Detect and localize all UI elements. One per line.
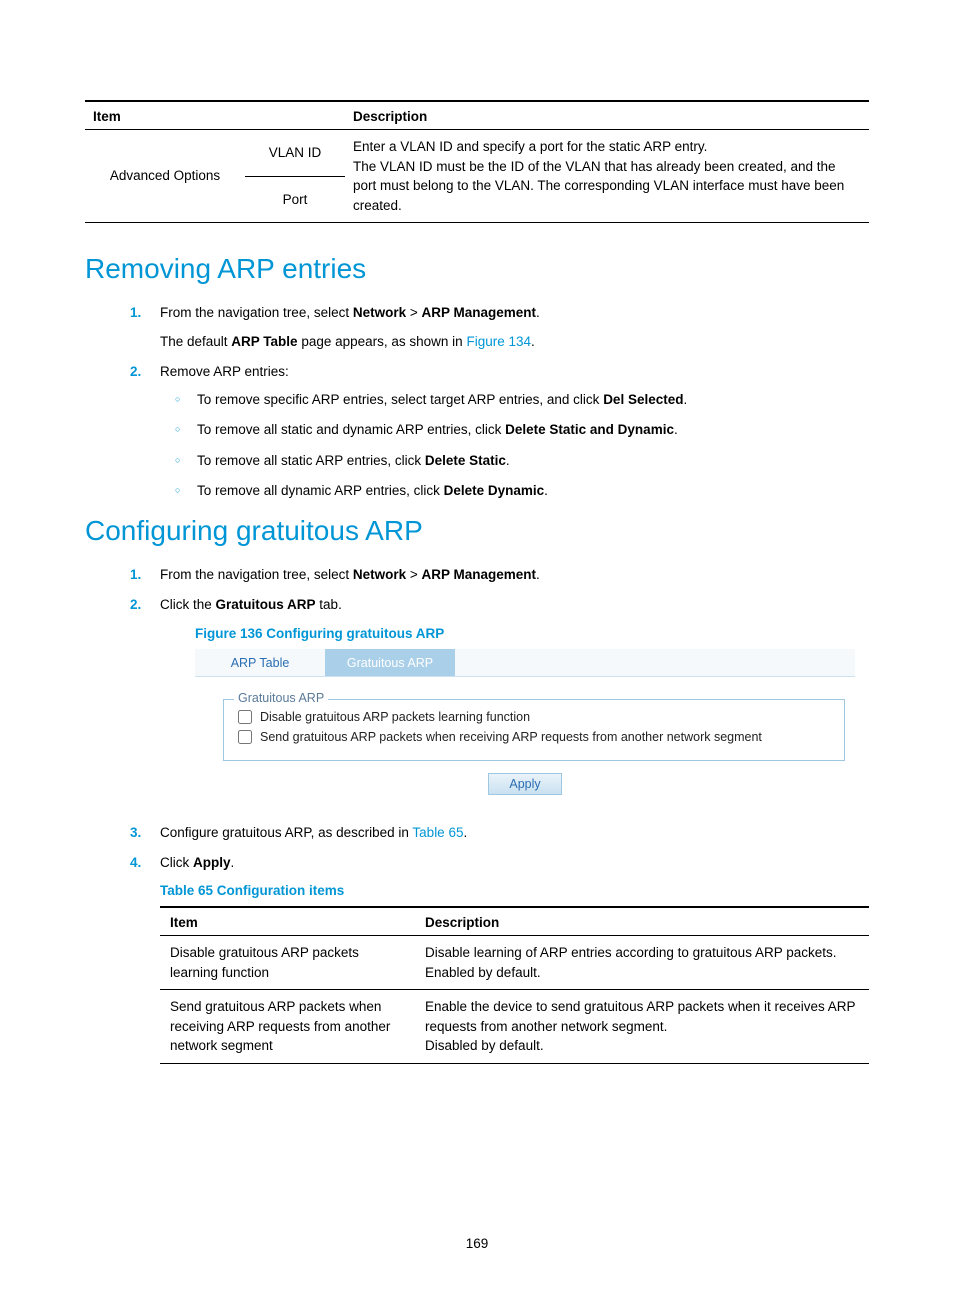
gratuitous-arp-fieldset: Gratuitous ARP Disable gratuitous ARP pa… (223, 699, 845, 761)
figure-caption: Figure 136 Configuring gratuitous ARP (195, 626, 869, 641)
brow1-item: Send gratuitous ARP packets when receivi… (160, 990, 415, 1064)
th-item: Item (85, 101, 345, 130)
page-number: 169 (0, 1236, 954, 1251)
tab-gratuitous-arp[interactable]: Gratuitous ARP (325, 649, 455, 676)
step-text: Configure gratuitous ARP, as described i… (160, 823, 869, 843)
advanced-options-table: Item Description Advanced Options VLAN I… (85, 100, 869, 223)
bth-item: Item (160, 907, 415, 936)
step-item: 4.Click Apply. (160, 853, 869, 873)
bth-desc: Description (415, 907, 869, 936)
sub-bullet-item: To remove specific ARP entries, select t… (195, 390, 869, 410)
section2-steps-a: 1.From the navigation tree, select Netwo… (160, 565, 869, 616)
cell-sub-vlan: VLAN ID (245, 130, 345, 177)
tabs: ARP Table Gratuitous ARP (195, 649, 855, 677)
checkbox-disable-learning[interactable] (238, 710, 252, 724)
step-text: Click the Gratuitous ARP tab. (160, 595, 869, 615)
checkbox-disable-learning-label: Disable gratuitous ARP packets learning … (260, 710, 530, 724)
step-text: Remove ARP entries: (160, 362, 869, 382)
step-text: Click Apply. (160, 853, 869, 873)
step-number: 1. (130, 565, 141, 585)
cross-ref-link[interactable]: Figure 134 (466, 334, 531, 349)
step-text: From the navigation tree, select Network… (160, 303, 869, 323)
sub-bullet-item: To remove all dynamic ARP entries, click… (195, 481, 869, 501)
cell-desc: Enter a VLAN ID and specify a port for t… (345, 130, 869, 223)
config-items-table: Item Description Disable gratuitous ARP … (160, 906, 869, 1064)
brow0-desc: Disable learning of ARP entries accordin… (415, 936, 869, 990)
brow1-desc: Enable the device to send gratuitous ARP… (415, 990, 869, 1064)
step-item: 1.From the navigation tree, select Netwo… (160, 303, 869, 352)
table-caption: Table 65 Configuration items (160, 883, 869, 898)
brow0-item: Disable gratuitous ARP packets learning … (160, 936, 415, 990)
checkbox-disable-learning-row[interactable]: Disable gratuitous ARP packets learning … (238, 710, 830, 724)
heading-removing-arp: Removing ARP entries (85, 253, 869, 285)
step-number: 4. (130, 853, 141, 873)
step-number: 3. (130, 823, 141, 843)
sub-bullet-item: To remove all static and dynamic ARP ent… (195, 420, 869, 440)
checkbox-send-garp-row[interactable]: Send gratuitous ARP packets when receivi… (238, 730, 830, 744)
apply-button[interactable]: Apply (488, 773, 562, 795)
step-item: 1.From the navigation tree, select Netwo… (160, 565, 869, 585)
checkbox-send-garp-label: Send gratuitous ARP packets when receivi… (260, 730, 762, 744)
step-number: 2. (130, 595, 141, 615)
sub-bullet-list: To remove specific ARP entries, select t… (195, 390, 869, 501)
section1-steps: 1.From the navigation tree, select Netwo… (160, 303, 869, 501)
cell-group: Advanced Options (85, 130, 245, 223)
step-item: 2.Remove ARP entries:To remove specific … (160, 362, 869, 501)
step-item: 3.Configure gratuitous ARP, as described… (160, 823, 869, 843)
tab-arp-table[interactable]: ARP Table (195, 649, 325, 676)
heading-configuring-garp: Configuring gratuitous ARP (85, 515, 869, 547)
step-item: 2.Click the Gratuitous ARP tab. (160, 595, 869, 615)
step-number: 2. (130, 362, 141, 382)
cell-sub-port: Port (245, 176, 345, 223)
step-number: 1. (130, 303, 141, 323)
th-desc: Description (345, 101, 869, 130)
fieldset-legend: Gratuitous ARP (234, 691, 328, 705)
section2-steps-b: 3.Configure gratuitous ARP, as described… (160, 823, 869, 874)
sub-bullet-item: To remove all static ARP entries, click … (195, 451, 869, 471)
step-text: The default ARP Table page appears, as s… (160, 332, 869, 352)
cross-ref-link[interactable]: Table 65 (412, 825, 463, 840)
step-text: From the navigation tree, select Network… (160, 565, 869, 585)
gratuitous-arp-screenshot: ARP Table Gratuitous ARP Gratuitous ARP … (195, 649, 855, 795)
checkbox-send-garp[interactable] (238, 730, 252, 744)
